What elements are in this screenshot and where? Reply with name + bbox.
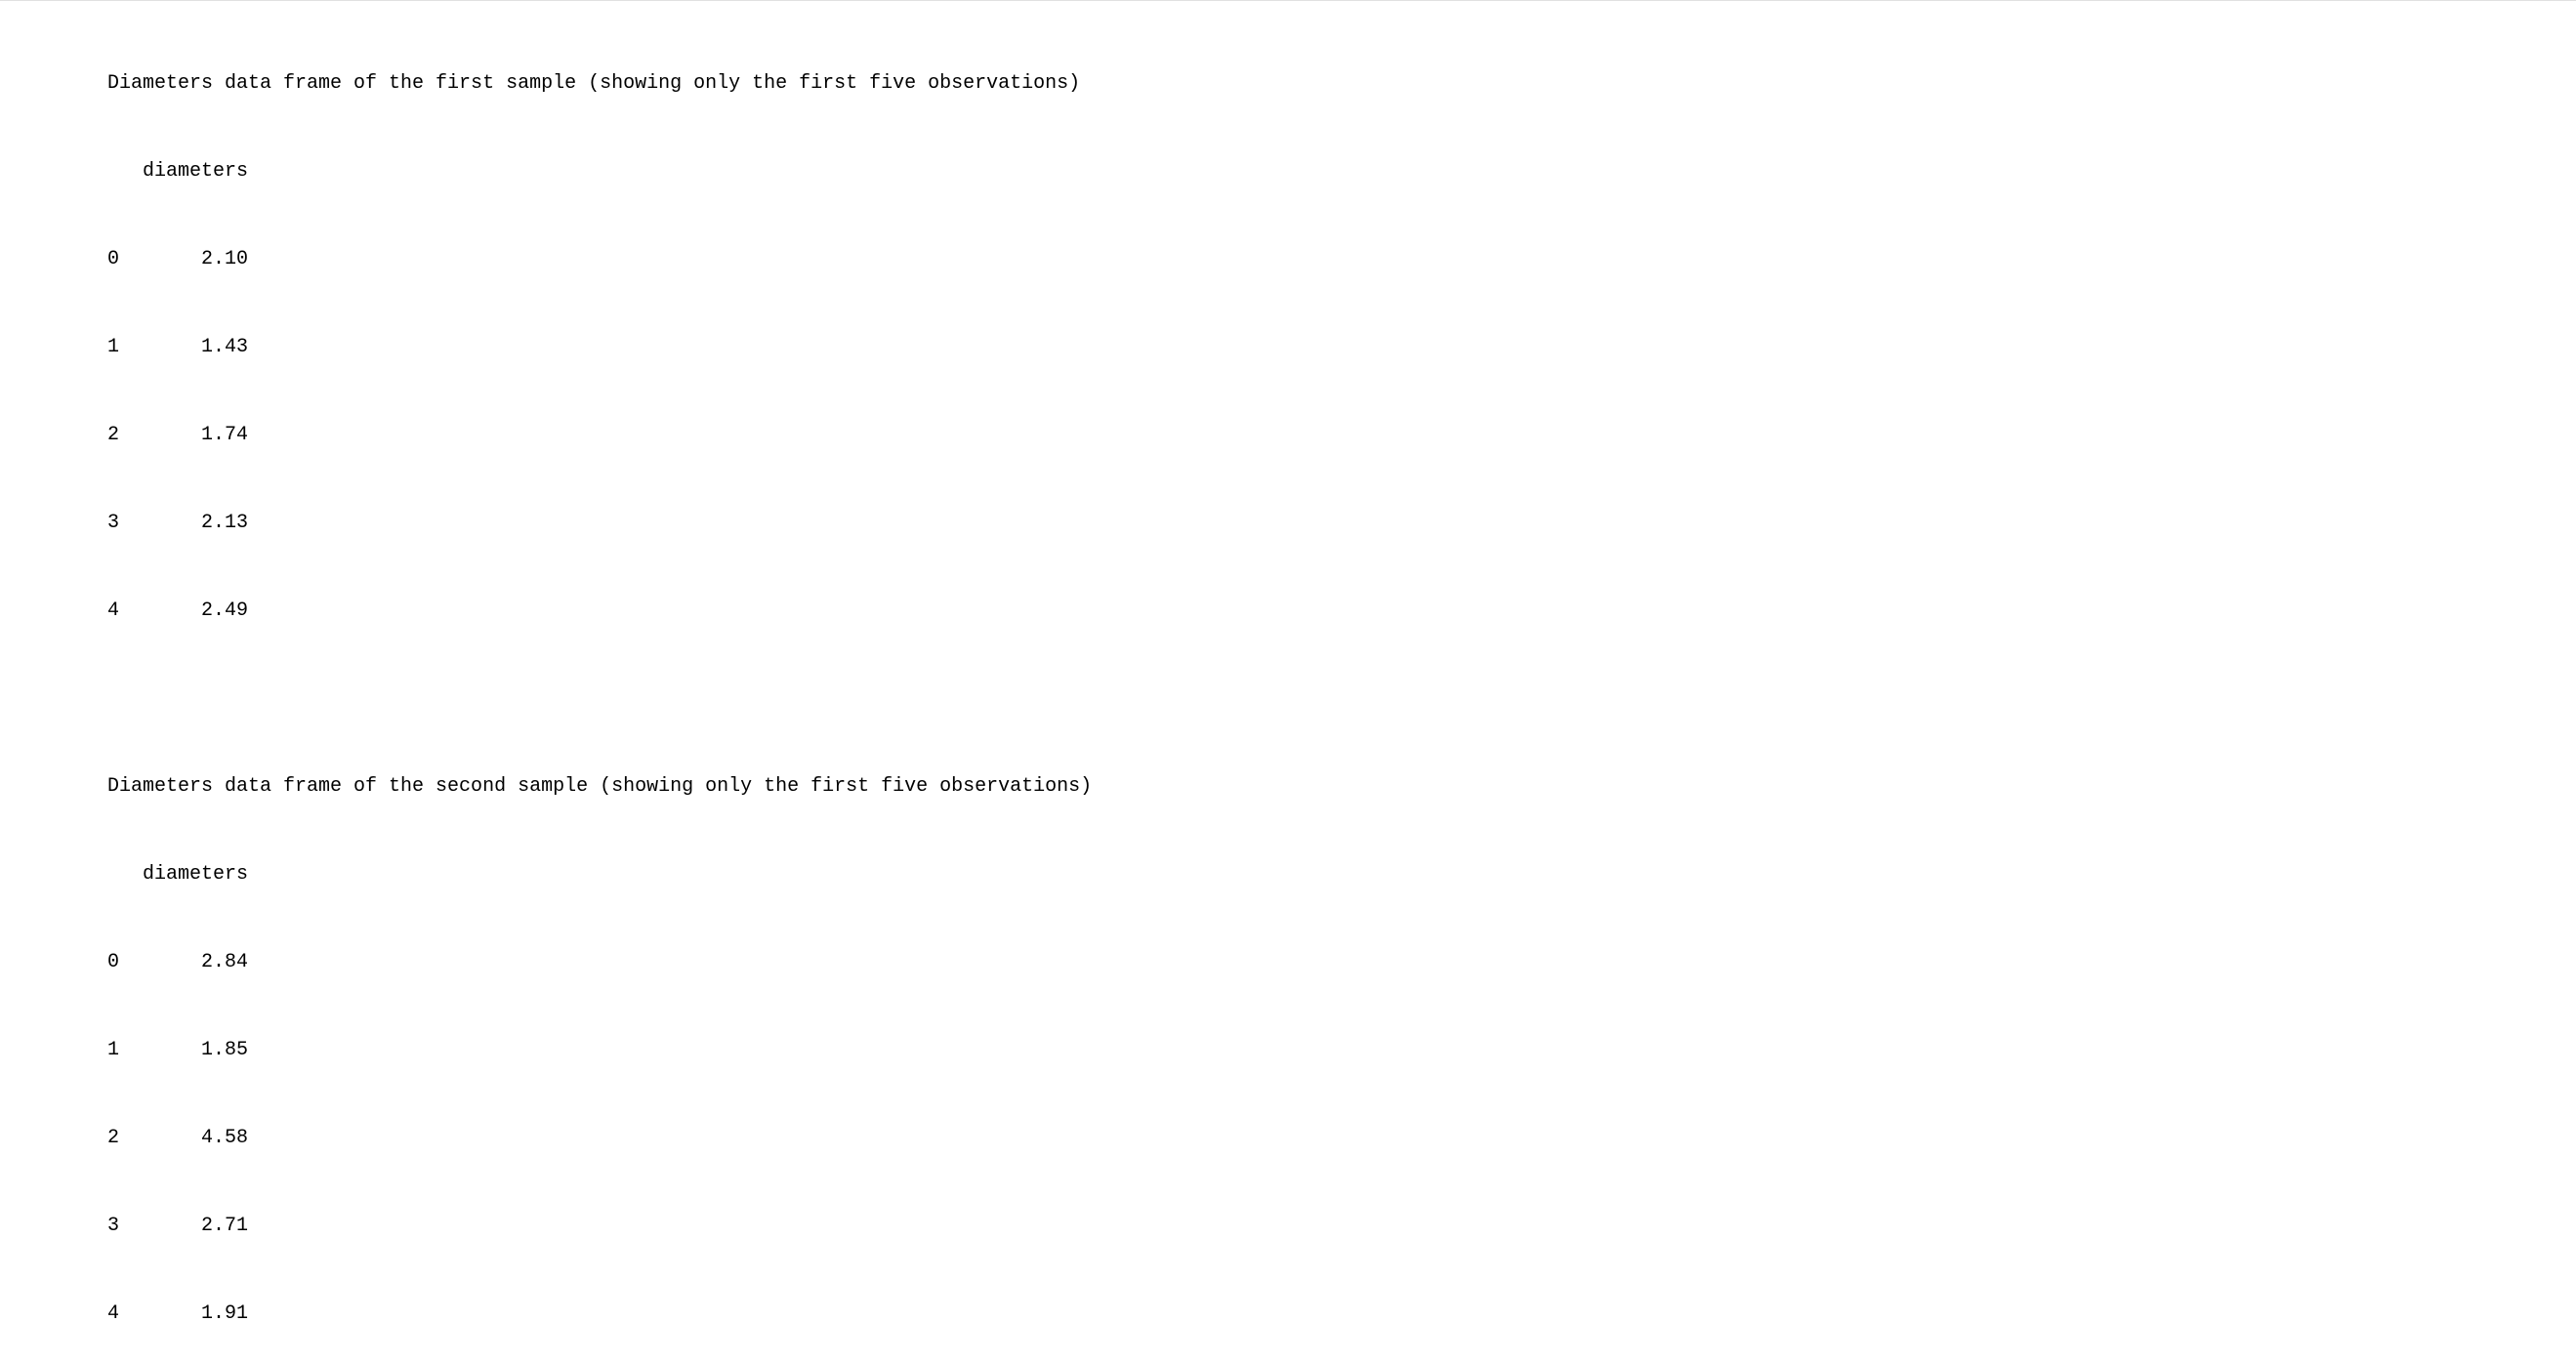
notebook-output-cell: Diameters data frame of the first sample… <box>0 0 2576 1363</box>
sample2-row: 3 2.71 <box>107 1212 2566 1241</box>
sample2-row: 1 1.85 <box>107 1036 2566 1065</box>
sample1-row: 0 2.10 <box>107 245 2566 274</box>
sample2-row: 0 2.84 <box>107 948 2566 977</box>
sample1-header: diameters <box>107 157 2566 186</box>
sample2-header: diameters <box>107 860 2566 889</box>
blank-line <box>107 684 2566 714</box>
sample1-row: 3 2.13 <box>107 509 2566 538</box>
sample2-row: 2 4.58 <box>107 1124 2566 1153</box>
sample1-row: 2 1.74 <box>107 421 2566 450</box>
sample1-title: Diameters data frame of the first sample… <box>107 69 2566 99</box>
sample2-row: 4 1.91 <box>107 1300 2566 1329</box>
sample2-title: Diameters data frame of the second sampl… <box>107 772 2566 802</box>
sample1-row: 1 1.43 <box>107 333 2566 362</box>
sample1-row: 4 2.49 <box>107 597 2566 626</box>
